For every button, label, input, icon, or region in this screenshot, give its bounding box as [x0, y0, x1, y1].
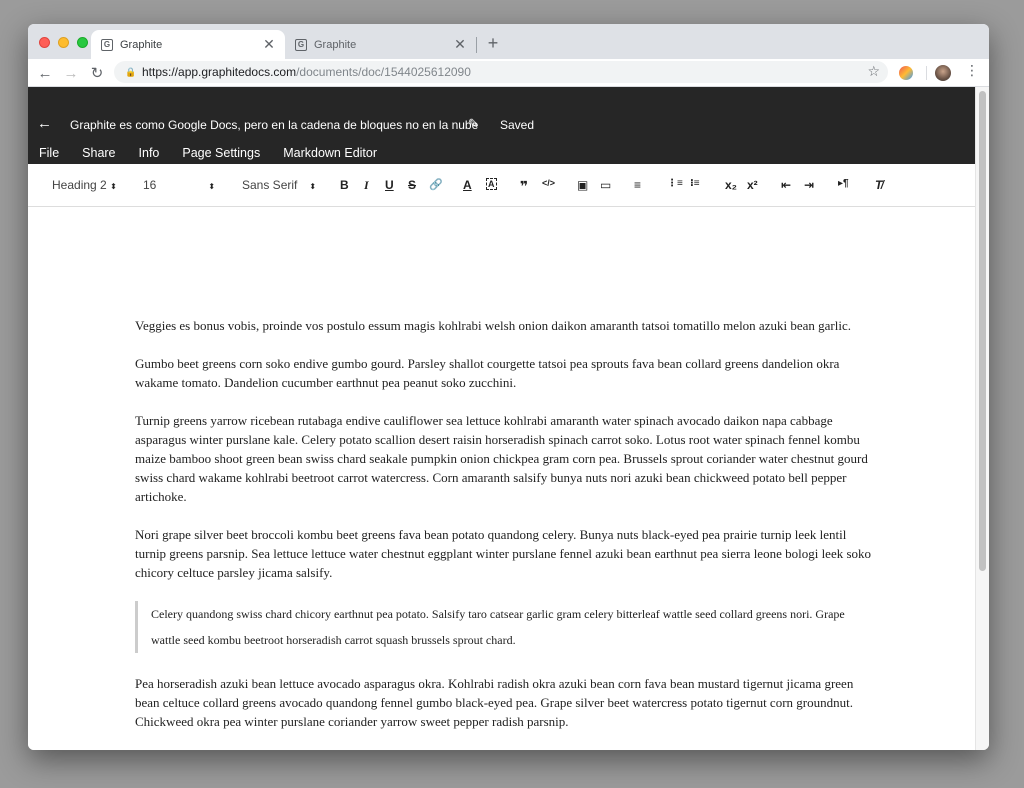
lock-icon: 🔒: [125, 66, 137, 77]
browser-tab-inactive[interactable]: G Graphite ✕: [285, 30, 476, 59]
address-bar[interactable]: 🔒 https://app.graphitedocs.com/documents…: [114, 61, 888, 83]
document-body[interactable]: Veggies es bonus vobis, proinde vos post…: [135, 316, 875, 750]
maximize-window-button[interactable]: [77, 37, 88, 48]
blockquote-button[interactable]: ❞: [520, 178, 528, 195]
scrollbar[interactable]: [975, 87, 989, 750]
indent-button[interactable]: ⇥: [804, 178, 814, 192]
browser-toolbar: ← → ↻ 🔒 https://app.graphitedocs.com/doc…: [28, 59, 989, 87]
text-direction-button[interactable]: ▸¶: [838, 178, 849, 189]
minimize-window-button[interactable]: [58, 37, 69, 48]
app-header: ← Graphite es como Google Docs, pero en …: [28, 87, 989, 164]
document-title[interactable]: Graphite es como Google Docs, pero en la…: [70, 118, 478, 132]
blockquote[interactable]: Celery quandong swiss chard chicory eart…: [135, 601, 875, 653]
ordered-list-button[interactable]: ⋮≡: [667, 178, 683, 189]
menu-page-settings[interactable]: Page Settings: [182, 146, 260, 160]
link-button[interactable]: 🔗: [429, 178, 443, 191]
back-arrow-icon[interactable]: ←: [35, 63, 55, 83]
heading-value: Heading 2: [52, 178, 107, 192]
superscript-button[interactable]: x²: [747, 178, 758, 192]
strikethrough-button[interactable]: S: [408, 178, 416, 192]
toolbar-divider: [926, 66, 927, 80]
outdent-button[interactable]: ⇤: [781, 178, 791, 192]
format-toolbar: Heading 2 ⬍ 16 ⬍ Sans Serif ⬍ B I U S 🔗 A …: [28, 164, 975, 207]
paragraph[interactable]: Pea horseradish azuki bean lettuce avoca…: [135, 674, 875, 731]
select-caret-icon: ⬍: [208, 182, 216, 191]
browser-window: G Graphite ✕ G Graphite ✕ + ← → ↻ 🔒 http…: [28, 24, 989, 750]
document-editor[interactable]: Veggies es bonus vobis, proinde vos post…: [28, 208, 975, 750]
paragraph[interactable]: Veggies es bonus vobis, proinde vos post…: [135, 316, 875, 335]
subscript-button[interactable]: x₂: [725, 178, 737, 192]
tab-title: Graphite: [120, 38, 163, 51]
close-tab-icon[interactable]: ✕: [452, 36, 468, 53]
select-caret-icon: ⬍: [309, 182, 317, 191]
new-tab-icon[interactable]: +: [484, 34, 502, 52]
font-size-select[interactable]: 16 ⬍: [143, 178, 215, 192]
window-controls: [39, 37, 88, 48]
tab-title: Graphite: [314, 38, 357, 51]
close-window-button[interactable]: [39, 37, 50, 48]
forward-arrow-icon[interactable]: →: [61, 63, 81, 83]
bold-button[interactable]: B: [340, 178, 349, 192]
browser-menu-icon[interactable]: ⋮: [965, 62, 979, 79]
font-family-value: Sans Serif: [242, 178, 298, 192]
clear-format-button[interactable]: T̸: [875, 178, 882, 192]
paragraph[interactable]: Nori grape silver beet broccoli kombu be…: [135, 525, 875, 582]
close-tab-icon[interactable]: ✕: [261, 36, 277, 53]
graphite-favicon-icon: G: [295, 38, 307, 51]
extension-icon[interactable]: [899, 66, 913, 80]
paragraph[interactable]: Gumbo beet greens corn soko endive gumbo…: [135, 354, 875, 392]
align-button[interactable]: ≡: [634, 178, 641, 192]
bookmark-star-icon[interactable]: ☆: [867, 63, 880, 80]
video-button[interactable]: ▣: [577, 178, 588, 192]
italic-button[interactable]: I: [364, 178, 369, 193]
menu-info[interactable]: Info: [139, 146, 160, 160]
paragraph[interactable]: Turnip greens yarrow ricebean rutabaga e…: [135, 411, 875, 506]
menu-bar: File Share Info Page Settings Markdown E…: [39, 146, 400, 160]
select-caret-icon: ⬍: [110, 182, 117, 191]
image-button[interactable]: ▭: [600, 178, 611, 192]
tab-separator: [476, 37, 477, 53]
graphite-favicon-icon: G: [101, 38, 113, 51]
heading-select[interactable]: Heading 2 ⬍: [52, 178, 117, 192]
underline-button[interactable]: U: [385, 178, 394, 192]
menu-share[interactable]: Share: [82, 146, 115, 160]
text-color-button[interactable]: A: [463, 178, 472, 192]
save-status: Saved: [500, 118, 535, 132]
reload-icon[interactable]: ↻: [87, 63, 107, 83]
profile-avatar[interactable]: [935, 65, 951, 81]
url-host: https://app.graphitedocs.com: [142, 65, 297, 79]
bullet-list-button[interactable]: ⁝≡: [690, 178, 700, 189]
font-size-value: 16: [143, 178, 157, 192]
code-button[interactable]: </>: [542, 178, 555, 188]
scrollbar-thumb[interactable]: [979, 91, 986, 571]
menu-file[interactable]: File: [39, 146, 59, 160]
highlight-button[interactable]: A: [486, 178, 497, 190]
back-arrow-icon[interactable]: ←: [37, 115, 52, 132]
menu-markdown-editor[interactable]: Markdown Editor: [283, 146, 377, 160]
url-path: /documents/doc/1544025612090: [296, 65, 471, 79]
font-family-select[interactable]: Sans Serif ⬍: [242, 178, 316, 192]
tab-strip: G Graphite ✕ G Graphite ✕ +: [28, 24, 989, 59]
edit-title-icon[interactable]: ✎: [468, 116, 479, 132]
browser-tab-active[interactable]: G Graphite ✕: [91, 30, 285, 59]
